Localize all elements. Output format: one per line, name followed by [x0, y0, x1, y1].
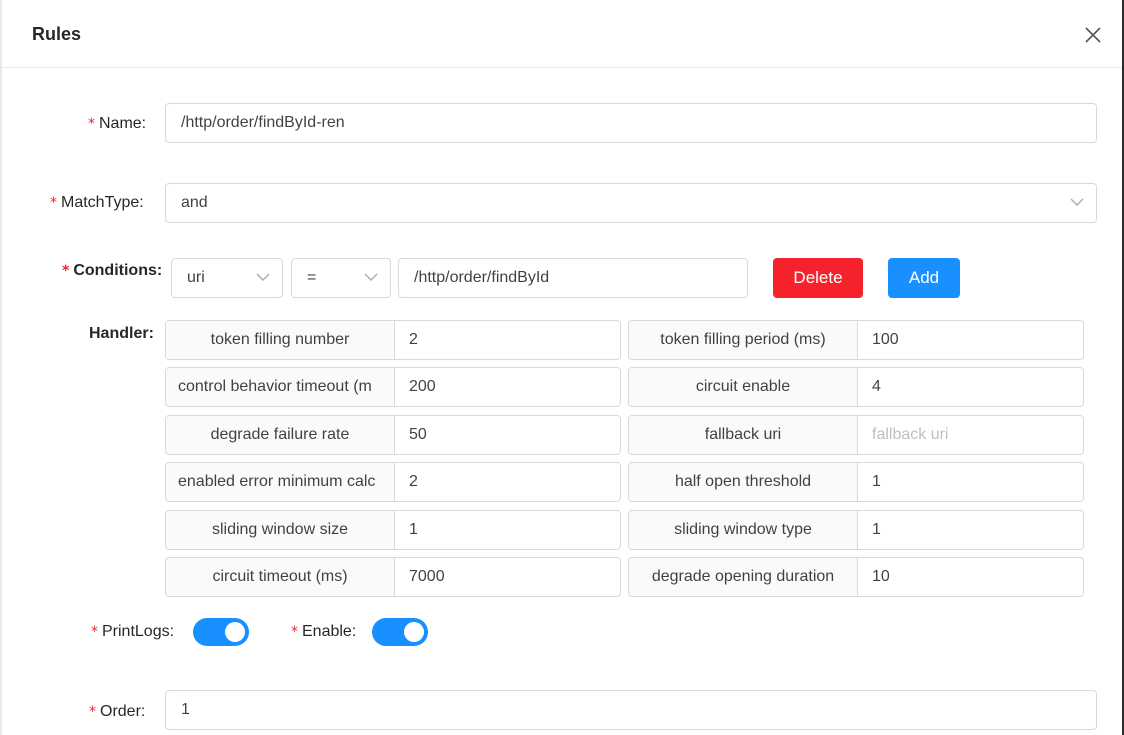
handler-label: Handler: — [89, 325, 154, 342]
handler-field-label: token filling period (ms) — [629, 321, 858, 359]
modal-left-edge — [0, 0, 2, 735]
order-label: * Order: — [89, 703, 146, 720]
handler-field-degrade-failure-rate: degrade failure rate 50 — [165, 415, 621, 455]
add-condition-button[interactable]: Add — [888, 258, 960, 298]
required-mark: * — [50, 195, 57, 211]
name-input[interactable]: /http/order/findById-ren — [165, 103, 1097, 143]
modal-header: Rules — [2, 0, 1122, 68]
match-type-value: and — [181, 194, 208, 211]
switch-knob — [404, 622, 424, 642]
modal-title: Rules — [32, 24, 82, 44]
condition-operator-select[interactable]: = — [291, 258, 391, 298]
handler-field-degrade-opening-duration: degrade opening duration 10 — [628, 557, 1084, 597]
handler-field-label: sliding window size — [166, 511, 395, 549]
handler-field-sliding-window-type: sliding window type 1 — [628, 510, 1084, 550]
handler-field-label: enabled error minimum calc — [166, 463, 395, 501]
close-button[interactable] — [1080, 22, 1106, 48]
handler-field-label: circuit enable — [629, 368, 858, 406]
handler-field-input[interactable]: 2 — [395, 463, 620, 501]
print-logs-switch[interactable] — [193, 618, 249, 646]
condition-value-input[interactable]: /http/order/findById — [398, 258, 748, 298]
condition-param-type-value: uri — [187, 269, 205, 286]
handler-field-circuit-timeout: circuit timeout (ms) 7000 — [165, 557, 621, 597]
handler-field-label: control behavior timeout (m — [166, 368, 395, 406]
handler-field-sliding-window-size: sliding window size 1 — [165, 510, 621, 550]
condition-operator-value: = — [307, 269, 317, 286]
print-logs-label: * PrintLogs: — [91, 623, 175, 640]
handler-field-label: fallback uri — [629, 416, 858, 454]
handler-field-input[interactable]: 200 — [395, 368, 620, 406]
handler-field-input[interactable]: 1 — [858, 463, 1083, 501]
handler-field-half-open-threshold: half open threshold 1 — [628, 462, 1084, 502]
conditions-label: * Conditions: — [62, 262, 163, 279]
handler-field-input[interactable]: fallback uri — [858, 416, 1083, 454]
required-mark: * — [89, 704, 96, 720]
handler-field-label: half open threshold — [629, 463, 858, 501]
handler-field-input[interactable]: 2 — [395, 321, 620, 359]
handler-field-input[interactable]: 4 — [858, 368, 1083, 406]
handler-field-label: token filling number — [166, 321, 395, 359]
handler-field-token-filling-number: token filling number 2 — [165, 320, 621, 360]
match-type-select[interactable]: and — [165, 183, 1097, 223]
enable-switch[interactable] — [372, 618, 428, 646]
handler-field-fallback-uri: fallback uri fallback uri — [628, 415, 1084, 455]
order-input[interactable]: 1 — [165, 690, 1097, 730]
handler-field-enabled-error-minimum: enabled error minimum calc 2 — [165, 462, 621, 502]
handler-field-label: degrade opening duration — [629, 558, 858, 596]
handler-field-circuit-enable: circuit enable 4 — [628, 367, 1084, 407]
handler-field-label: sliding window type — [629, 511, 858, 549]
required-mark: * — [91, 624, 98, 640]
handler-field-input[interactable]: 1 — [395, 511, 620, 549]
name-label: * Name: — [88, 115, 147, 132]
chevron-down-icon — [364, 273, 378, 281]
delete-condition-button[interactable]: Delete — [773, 258, 863, 298]
handler-field-input[interactable]: 7000 — [395, 558, 620, 596]
handler-field-label: circuit timeout (ms) — [166, 558, 395, 596]
handler-field-control-behavior-timeout: control behavior timeout (m 200 — [165, 367, 621, 407]
handler-field-label: degrade failure rate — [166, 416, 395, 454]
handler-field-input[interactable]: 100 — [858, 321, 1083, 359]
required-mark: * — [88, 116, 95, 132]
handler-field-input[interactable]: 50 — [395, 416, 620, 454]
switch-knob — [225, 622, 245, 642]
condition-param-type-select[interactable]: uri — [171, 258, 283, 298]
handler-field-input[interactable]: 10 — [858, 558, 1083, 596]
required-mark: * — [291, 624, 298, 640]
match-type-label: * MatchType: — [50, 194, 144, 211]
chevron-down-icon — [1070, 198, 1084, 206]
close-icon — [1085, 27, 1101, 43]
chevron-down-icon — [256, 273, 270, 281]
required-mark: * — [62, 263, 70, 279]
handler-field-token-filling-period: token filling period (ms) 100 — [628, 320, 1084, 360]
handler-field-input[interactable]: 1 — [858, 511, 1083, 549]
enable-label: * Enable: — [291, 623, 357, 640]
